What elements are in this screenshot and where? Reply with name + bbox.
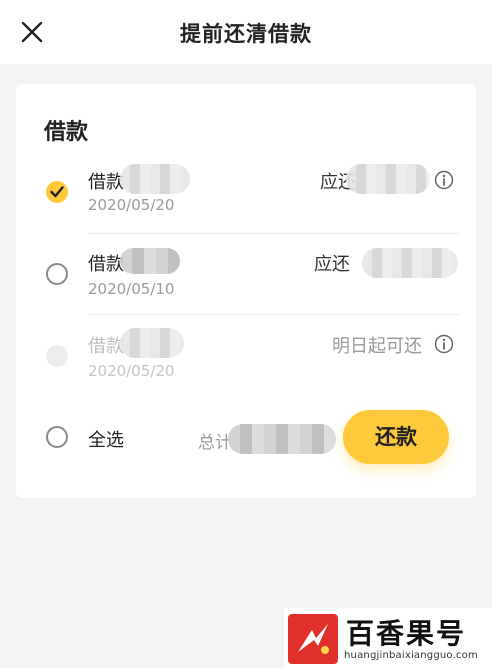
select-all-checkbox[interactable] — [46, 426, 68, 448]
loan-row-3: 借款 2020/05/20 明日起可还 — [16, 316, 476, 396]
loan-2-label: 借款 — [88, 254, 124, 275]
masked-total-amount — [228, 424, 336, 454]
loan-1-date: 2020/05/20 — [88, 196, 175, 214]
loan-row-1[interactable]: 借款 2020/05/20 应还 — [16, 152, 476, 232]
watermark-url: huangjinbaixiangguo.com — [344, 650, 478, 661]
check-icon — [50, 186, 64, 198]
loan-2-due-label: 应还 — [314, 254, 350, 275]
masked-due-amount — [362, 248, 458, 278]
loan-1-label: 借款 — [88, 172, 124, 193]
masked-amount — [120, 328, 184, 358]
loan-2-checkbox[interactable] — [46, 263, 68, 285]
loan-2-date: 2020/05/10 — [88, 280, 175, 298]
masked-amount — [120, 248, 180, 274]
top-bar: 提前还清借款 — [0, 0, 492, 64]
watermark-text: 百香果号 — [346, 617, 467, 650]
watermark: 百香果号 huangjinbaixiangguo.com — [284, 608, 492, 668]
loan-3-checkbox — [46, 345, 68, 367]
info-icon[interactable] — [434, 170, 454, 190]
info-icon[interactable] — [434, 334, 454, 354]
select-all-label[interactable]: 全选 — [88, 426, 124, 452]
loan-3-date: 2020/05/20 — [88, 362, 175, 380]
repay-button[interactable]: 还款 — [343, 410, 449, 464]
masked-amount — [120, 164, 190, 194]
section-title: 借款 — [44, 120, 89, 145]
masked-due-amount — [346, 164, 430, 194]
page-title: 提前还清借款 — [180, 22, 312, 46]
total-label: 总计 — [198, 433, 232, 453]
loan-card: 借款 借款 2020/05/20 应还 借款 2020/05/10 应还 借款 … — [16, 84, 476, 498]
loan-3-status-label: 明日起可还 — [332, 336, 422, 357]
loan-row-2[interactable]: 借款 2020/05/10 应还 — [16, 234, 476, 314]
divider — [88, 314, 460, 315]
watermark-logo — [288, 614, 338, 664]
loan-1-checkbox[interactable] — [46, 181, 68, 203]
loan-3-label: 借款 — [88, 336, 124, 357]
